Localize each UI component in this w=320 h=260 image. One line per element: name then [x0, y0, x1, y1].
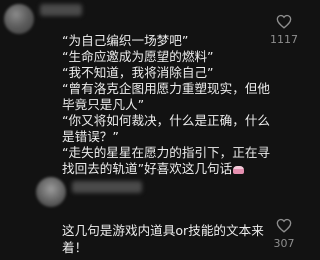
- comment-line: 毕竟只是凡人”: [62, 97, 145, 112]
- comment-line: “生命应邀成为愿望的燃料”: [62, 49, 214, 64]
- comment-text: “为自己编织一场梦吧” “生命应邀成为愿望的燃料” “我不知道，我将消除自己” …: [62, 33, 271, 177]
- comment-line-last: 找回去的轨道”好喜欢这几句话: [62, 161, 268, 177]
- comment-line: “曾有洛克企图用愿力重塑现实，但他: [62, 81, 271, 96]
- comment-line: “走失的星星在愿力的指引下，正在寻: [62, 145, 271, 160]
- comment-line: 找回去的轨道”好喜欢这几句话: [62, 161, 233, 176]
- comment-line: 着！: [62, 240, 88, 255]
- username-blurred[interactable]: [40, 4, 82, 16]
- username-blurred[interactable]: [72, 181, 142, 193]
- cake-emoji-icon: [233, 166, 245, 174]
- like-count: 1117: [270, 33, 298, 46]
- comment-line: “你又将如何裁决，什么是正确，什么: [62, 113, 271, 128]
- avatar[interactable]: [4, 4, 34, 34]
- comment-line: 是错误？”: [62, 129, 119, 144]
- like-count: 307: [273, 237, 295, 250]
- like-button[interactable]: 307: [270, 218, 298, 250]
- comment-line: 这几句是游戏内道具or技能的文本来: [62, 223, 264, 238]
- comment-line: “为自己编织一场梦吧”: [62, 33, 189, 48]
- like-button[interactable]: 1117: [270, 14, 298, 46]
- comment-line: “我不知道，我将消除自己”: [62, 65, 214, 80]
- avatar[interactable]: [36, 177, 66, 207]
- heart-icon: [276, 14, 292, 29]
- heart-icon: [276, 218, 292, 233]
- comment-text: 这几句是游戏内道具or技能的文本来 着！: [62, 222, 264, 256]
